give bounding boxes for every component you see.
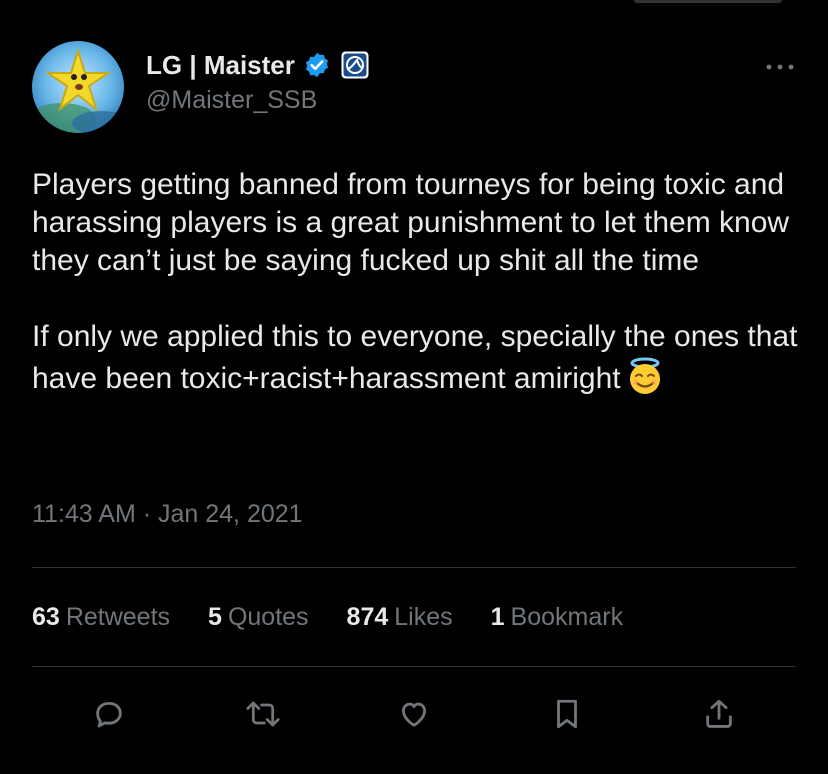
stat-retweets[interactable]: 63 Retweets xyxy=(32,603,170,632)
stat-label: Quotes xyxy=(227,602,309,631)
liquid-logo-icon[interactable] xyxy=(341,51,369,79)
action-bar xyxy=(0,692,828,736)
divider xyxy=(32,666,796,667)
stat-label: Retweets xyxy=(65,602,171,631)
verified-check-icon[interactable] xyxy=(303,51,331,79)
avatar-image xyxy=(32,41,124,133)
tweet-paragraph-text: If only we applied this to everyone, spe… xyxy=(32,320,798,395)
stat-likes[interactable]: 874 Likes xyxy=(347,603,453,632)
author-name-row: LG | Maister xyxy=(146,48,369,82)
tweet-timestamp[interactable]: 11:43 AM · Jan 24, 2021 xyxy=(32,500,303,529)
tweet-paragraph: Players getting banned from tourneys for… xyxy=(32,168,790,277)
like-icon[interactable] xyxy=(392,692,436,736)
reply-icon[interactable] xyxy=(87,692,131,736)
top-handle-bar xyxy=(634,0,782,3)
share-icon[interactable] xyxy=(697,692,741,736)
bookmark-icon[interactable] xyxy=(545,692,589,736)
retweet-icon[interactable] xyxy=(241,692,285,736)
more-options-icon[interactable] xyxy=(760,52,800,82)
engagement-stats: 63 Retweets 5 Quotes 874 Likes 1 Bookmar… xyxy=(32,600,661,634)
stat-quotes[interactable]: 5 Quotes xyxy=(208,603,309,632)
stat-count: 874 xyxy=(346,602,389,631)
smiling-face-with-halo-icon xyxy=(625,356,665,396)
stat-count: 5 xyxy=(208,602,222,631)
divider xyxy=(32,567,796,568)
stat-label: Likes xyxy=(394,602,453,631)
avatar[interactable] xyxy=(32,41,124,133)
tweet-text: Players getting banned from tourneys for… xyxy=(32,166,812,398)
display-name[interactable]: LG | Maister xyxy=(146,50,295,81)
author-handle[interactable]: @Maister_SSB xyxy=(146,86,317,115)
tweet-paragraph: If only we applied this to everyone, spe… xyxy=(32,318,812,398)
stat-label: Bookmark xyxy=(510,602,624,631)
stat-count: 1 xyxy=(490,602,505,631)
stat-count: 63 xyxy=(32,602,60,631)
stat-bookmarks[interactable]: 1 Bookmark xyxy=(491,603,623,632)
